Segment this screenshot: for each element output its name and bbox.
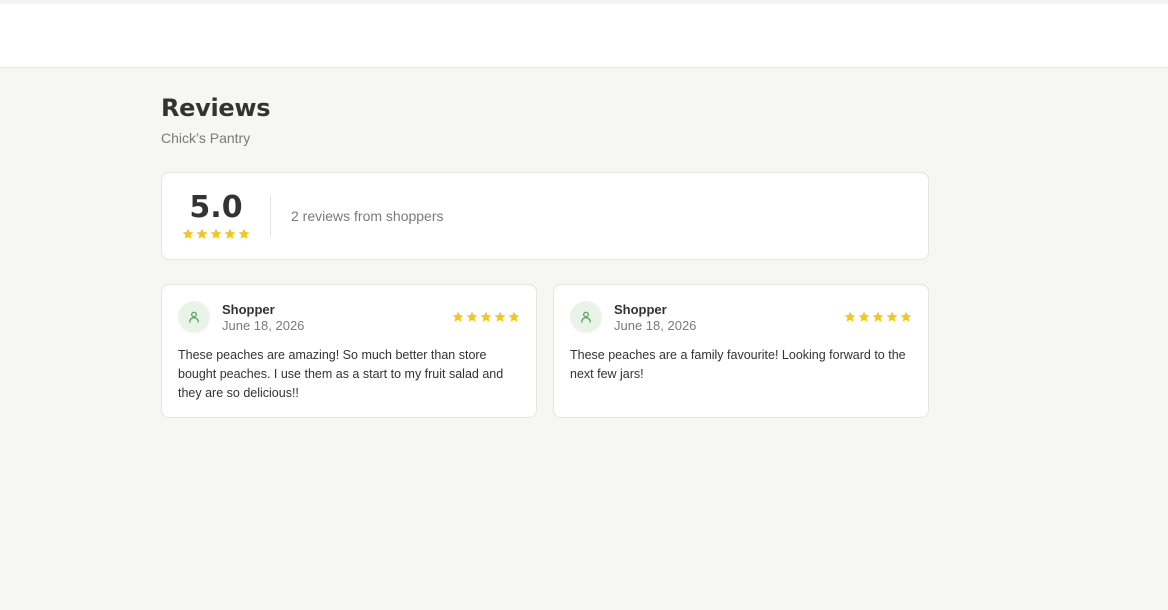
star-icon — [182, 228, 194, 239]
review-count-text: 2 reviews from shoppers — [291, 208, 444, 224]
user-icon — [178, 301, 210, 333]
star-icon — [466, 311, 478, 322]
average-rating: 5.0 — [182, 189, 250, 245]
reviewer-name: Shopper — [614, 302, 667, 317]
star-icon — [224, 228, 236, 239]
store-name: Chick’s Pantry — [161, 130, 251, 146]
star-icon — [872, 311, 884, 322]
star-icon — [508, 311, 520, 322]
star-icon — [210, 228, 222, 239]
star-icon — [886, 311, 898, 322]
star-icon — [844, 311, 856, 322]
average-rating-stars — [182, 228, 250, 240]
reviewer-name: Shopper — [222, 302, 275, 317]
star-icon — [452, 311, 464, 322]
review-card: Shopper June 18, 2026 These peaches are … — [553, 284, 929, 418]
average-rating-value: 5.0 — [189, 190, 243, 225]
summary-divider — [270, 195, 271, 237]
review-date: June 18, 2026 — [222, 318, 305, 333]
star-icon — [900, 311, 912, 322]
review-list: Shopper June 18, 2026 These peaches are … — [161, 284, 929, 418]
review-text: These peaches are a family favourite! Lo… — [570, 348, 906, 381]
star-icon — [196, 228, 208, 239]
rating-summary-card: 5.0 2 reviews from shoppers — [161, 172, 929, 260]
star-icon — [858, 311, 870, 322]
star-icon — [494, 311, 506, 322]
star-icon — [480, 311, 492, 322]
review-text: These peaches are amazing! So much bette… — [178, 348, 504, 400]
review-card: Shopper June 18, 2026 These peaches are … — [161, 284, 537, 418]
user-icon — [570, 301, 602, 333]
review-rating-stars — [844, 311, 912, 323]
star-icon — [238, 228, 250, 239]
page-title: Reviews — [161, 94, 271, 122]
review-date: June 18, 2026 — [614, 318, 697, 333]
review-rating-stars — [452, 311, 520, 323]
site-header — [0, 4, 1168, 68]
